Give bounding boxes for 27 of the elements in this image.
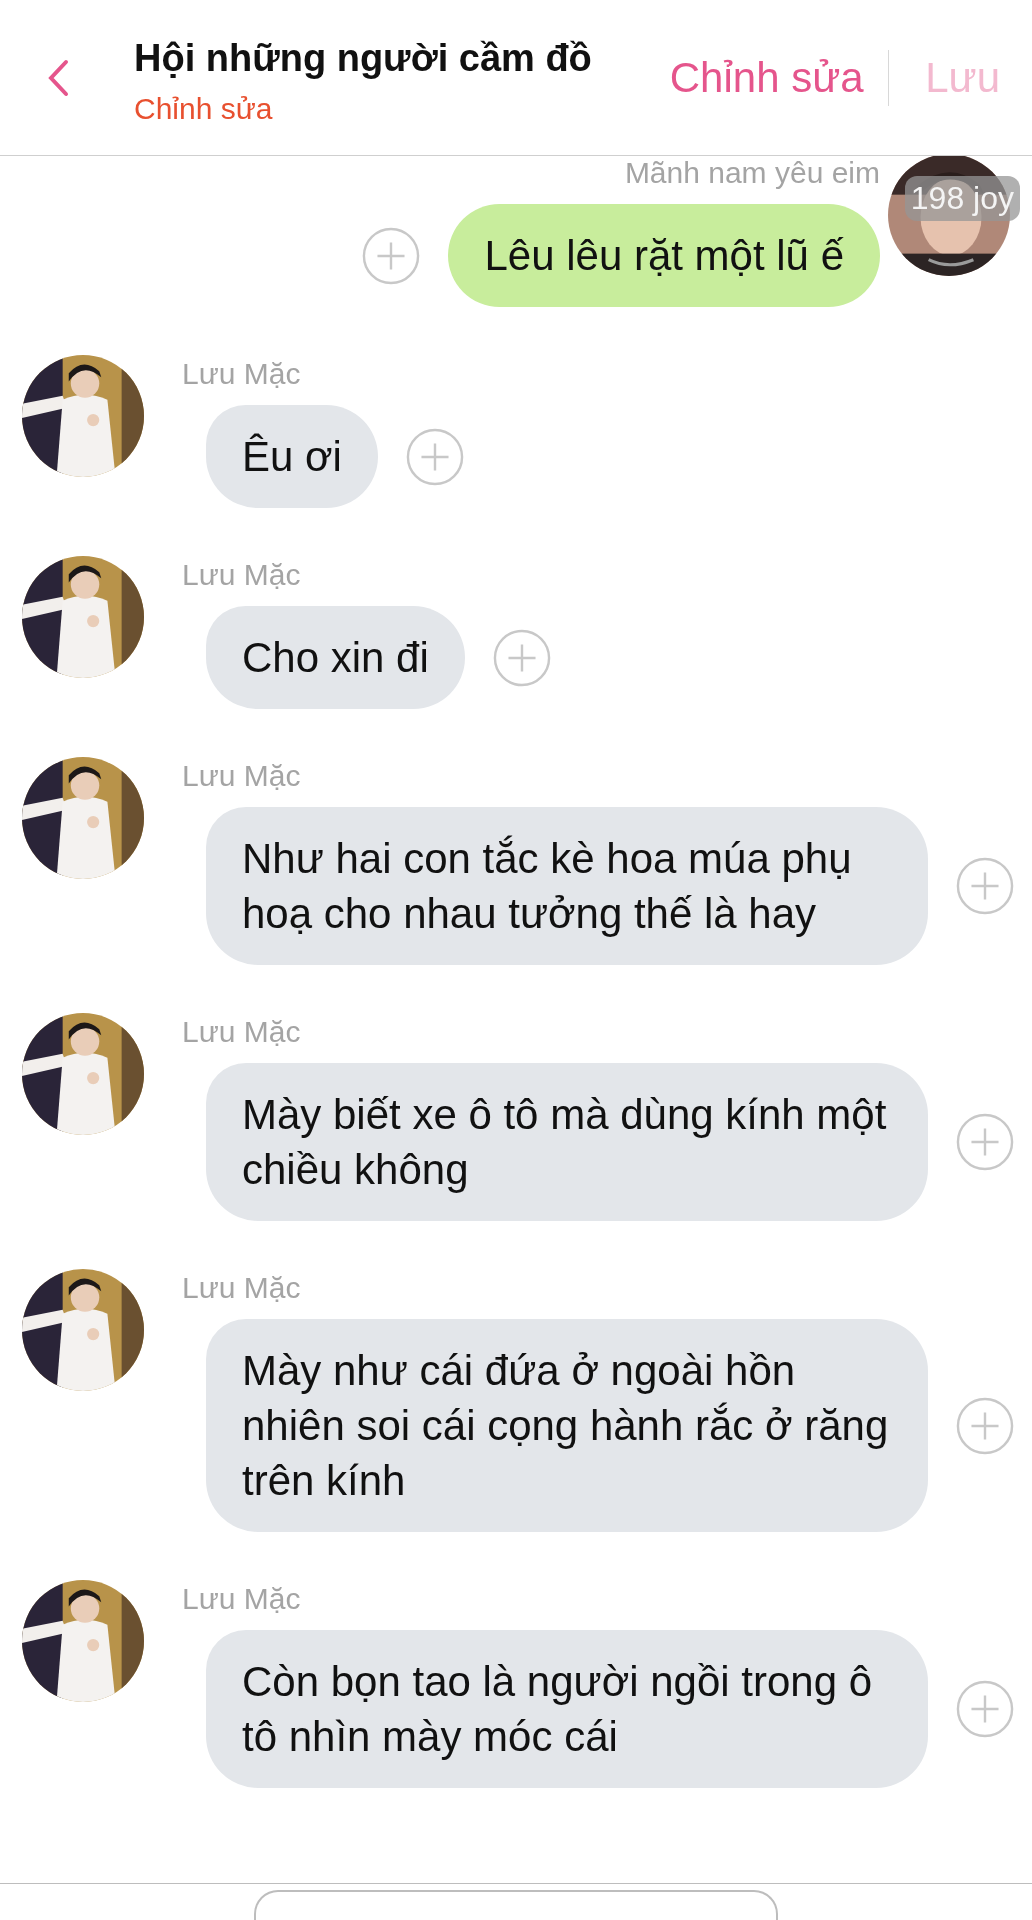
add-reaction-icon[interactable] — [492, 628, 551, 687]
message-bubble: Mày biết xe ô tô mà dùng kính một chiều không — [206, 1063, 928, 1221]
sender-name: Lưu Mặc — [182, 558, 302, 592]
back-icon[interactable] — [46, 57, 70, 98]
message-bubble: Còn bọn tao là người ngồi trong ô tô nhìn mày móc cái — [206, 1630, 928, 1788]
sender-name: Lưu Mặc — [182, 1582, 302, 1616]
sender-name: Lưu Mặc — [182, 357, 302, 391]
add-reaction-icon[interactable] — [956, 1396, 1014, 1455]
add-reaction-icon[interactable] — [956, 1680, 1014, 1738]
chat-subtitle: Chỉnh sửa — [134, 92, 274, 126]
add-reaction-icon[interactable] — [362, 226, 421, 285]
add-reaction-icon[interactable] — [405, 427, 464, 486]
chat-title: Hội những người cầm đồ — [134, 37, 593, 80]
message-bubble: Mày như cái đứa ở ngoài hồn nhiên soi cái cọng hành rắc ở răng trên kính — [206, 1319, 928, 1532]
edit-button[interactable]: Chỉnh sửa — [663, 53, 870, 102]
sender-name: Lưu Mặc — [182, 1015, 302, 1049]
sender-name: Lưu Mặc — [182, 1271, 302, 1305]
sender-name: Mãnh nam yêu eim — [624, 156, 880, 190]
message-bubble: Êu ơi — [206, 405, 378, 508]
message-bubble: Cho xin đi — [206, 606, 465, 709]
badge: 198 joy — [904, 176, 1020, 221]
message-bubble: Như hai con tắc kè hoa múa phụ hoạ cho nhau tưởng thế là hay — [206, 807, 928, 965]
sender-name: Lưu Mặc — [182, 759, 302, 793]
add-reaction-icon[interactable] — [956, 1113, 1014, 1171]
input-field[interactable] — [254, 1890, 778, 1920]
message-bubble: Lêu lêu rặt một lũ ế — [448, 204, 880, 307]
add-reaction-icon[interactable] — [956, 857, 1014, 915]
